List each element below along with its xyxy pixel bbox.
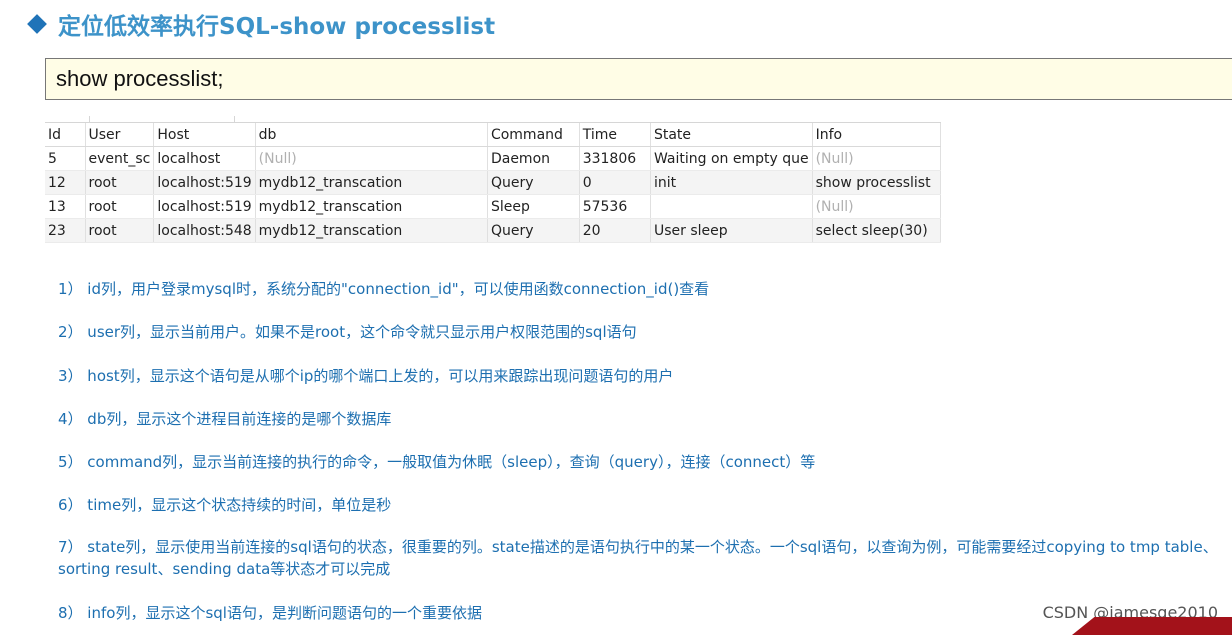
cell-db[interactable]: (Null) (255, 146, 488, 171)
column-header[interactable]: Id (45, 123, 86, 147)
cell-user[interactable]: root (85, 194, 155, 219)
processlist-table: Id User Host db Command Time State Info … (45, 123, 942, 243)
cell-info[interactable]: (Null) (812, 146, 942, 171)
cell-command[interactable]: Sleep (487, 194, 580, 219)
note-id: 1） id列，用户登录mysql时，系统分配的"connection_id"，可… (58, 280, 710, 298)
diamond-bullet-icon (27, 14, 47, 34)
note-state: 7） state列，显示使用当前连接的sql语句的状态，很重要的列。state描… (58, 538, 1218, 578)
cell-command[interactable]: Daemon (487, 146, 580, 171)
table-header-row: Id User Host db Command Time State Info (45, 123, 942, 147)
cell-db[interactable]: mydb12_transcation (255, 218, 488, 243)
cell-state[interactable] (650, 194, 813, 219)
table-row[interactable]: 13 root localhost:519 mydb12_transcation… (45, 194, 942, 219)
result-grid: Id User Host db Command Time State Info … (45, 116, 942, 243)
table-row[interactable]: 23 root localhost:548 mydb12_transcation… (45, 218, 942, 243)
cell-info[interactable]: show processlist (812, 170, 942, 195)
cell-user[interactable]: root (85, 218, 155, 243)
column-header[interactable]: Time (579, 123, 651, 147)
slide-title-row: 定位低效率执行SQL-show processlist (26, 8, 495, 40)
column-header[interactable]: db (255, 123, 488, 147)
sql-command-box: show processlist; (45, 58, 1232, 100)
cell-state[interactable]: Waiting on empty que (650, 146, 813, 171)
cell-id[interactable]: 23 (45, 218, 86, 243)
note-user: 2） user列，显示当前用户。如果不是root，这个命令就只显示用户权限范围的… (58, 323, 637, 341)
column-header[interactable]: User (85, 123, 155, 147)
slide-title: 定位低效率执行SQL-show processlist (58, 14, 496, 40)
cell-time[interactable]: 57536 (579, 194, 651, 219)
cell-id[interactable]: 13 (45, 194, 86, 219)
table-row[interactable]: 5 event_sc localhost (Null) Daemon 33180… (45, 146, 942, 171)
cell-id[interactable]: 5 (45, 146, 86, 171)
cell-host[interactable]: localhost:519 (153, 170, 256, 195)
cell-command[interactable]: Query (487, 218, 580, 243)
cell-user[interactable]: event_sc (85, 146, 155, 171)
cell-id[interactable]: 12 (45, 170, 86, 195)
cell-host[interactable]: localhost (153, 146, 256, 171)
column-header[interactable]: Info (812, 123, 942, 147)
cell-db[interactable]: mydb12_transcation (255, 170, 488, 195)
grid-top-rule (45, 116, 941, 123)
cell-info[interactable]: select sleep(30) (812, 218, 942, 243)
note-db: 4） db列，显示这个进程目前连接的是哪个数据库 (58, 410, 392, 428)
cell-host[interactable]: localhost:548 (153, 218, 256, 243)
cell-command[interactable]: Query (487, 170, 580, 195)
cell-time[interactable]: 0 (579, 170, 651, 195)
note-command: 5） command列，显示当前连接的执行的命令，一般取值为休眠（sleep），… (58, 453, 816, 471)
note-info: 8） info列，显示这个sql语句，是判断问题语句的一个重要依据 (58, 604, 482, 622)
sql-command-text: show processlist; (56, 66, 224, 91)
cell-time[interactable]: 20 (579, 218, 651, 243)
note-host: 3） host列，显示这个语句是从哪个ip的哪个端口上发的，可以用来跟踪出现问题… (58, 367, 674, 385)
column-header[interactable]: Host (153, 123, 256, 147)
cell-state[interactable]: User sleep (650, 218, 813, 243)
note-time: 6） time列，显示这个状态持续的时间，单位是秒 (58, 496, 392, 514)
cell-info[interactable]: (Null) (812, 194, 942, 219)
table-row[interactable]: 12 root localhost:519 mydb12_transcation… (45, 170, 942, 195)
cell-user[interactable]: root (85, 170, 155, 195)
corner-decoration (1072, 617, 1232, 635)
cell-state[interactable]: init (650, 170, 813, 195)
cell-db[interactable]: mydb12_transcation (255, 194, 488, 219)
cell-time[interactable]: 331806 (579, 146, 651, 171)
column-header[interactable]: State (650, 123, 813, 147)
column-header[interactable]: Command (487, 123, 580, 147)
cell-host[interactable]: localhost:519 (153, 194, 256, 219)
